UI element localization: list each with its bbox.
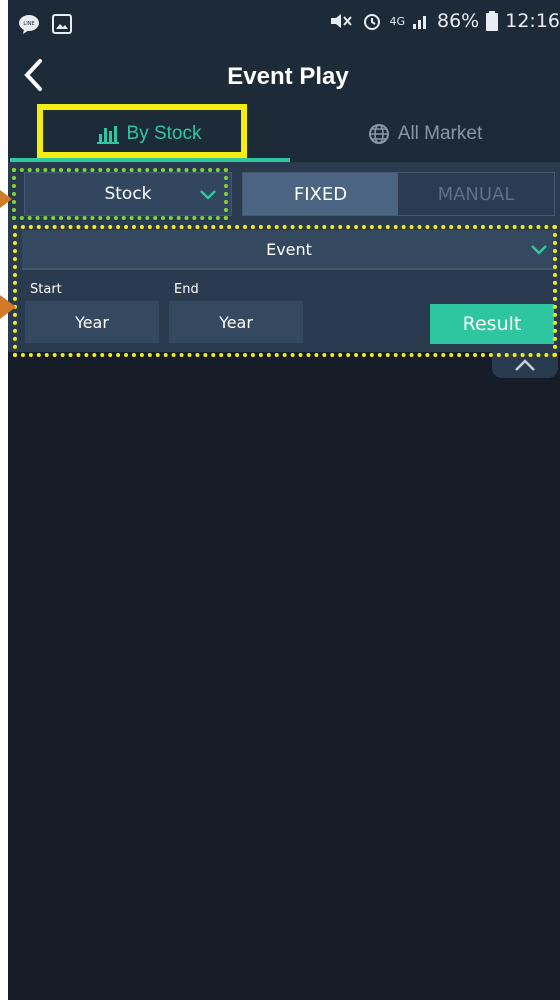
- app-bar: Event Play: [8, 50, 560, 106]
- signal-icon: [413, 16, 426, 29]
- status-right: 4G 86% 12:16: [329, 10, 560, 32]
- battery-percent: 86%: [437, 10, 480, 32]
- mute-icon: [331, 14, 353, 28]
- battery-icon: [486, 11, 499, 31]
- network-type: 4G: [389, 14, 405, 28]
- mode-fixed-button[interactable]: FIXED: [243, 173, 398, 215]
- line-app-icon: LINE: [19, 15, 39, 34]
- alarm-icon: [364, 14, 381, 30]
- annotation-arrow-event: [0, 295, 16, 319]
- annotation-highlight-event-panel: [13, 225, 557, 357]
- svg-text:LINE: LINE: [23, 21, 34, 27]
- tab-all-market[interactable]: All Market: [290, 106, 560, 162]
- annotation-highlight-by-stock: [37, 104, 247, 158]
- status-bar: LINE 4G 86% 12:16: [8, 0, 560, 50]
- tab-all-market-label: All Market: [397, 123, 483, 144]
- annotation-arrow-stock: [0, 190, 12, 208]
- status-left-icons: LINE: [18, 14, 72, 34]
- mode-toggle: FIXED MANUAL: [242, 172, 555, 216]
- globe-icon: [368, 124, 389, 144]
- mode-manual-button[interactable]: MANUAL: [398, 173, 554, 215]
- annotation-highlight-stock-dropdown: [12, 168, 228, 220]
- page-title: Event Play: [227, 63, 349, 90]
- chevron-up-icon: [515, 359, 535, 371]
- clock: 12:16: [505, 10, 560, 32]
- gallery-icon: [52, 14, 72, 34]
